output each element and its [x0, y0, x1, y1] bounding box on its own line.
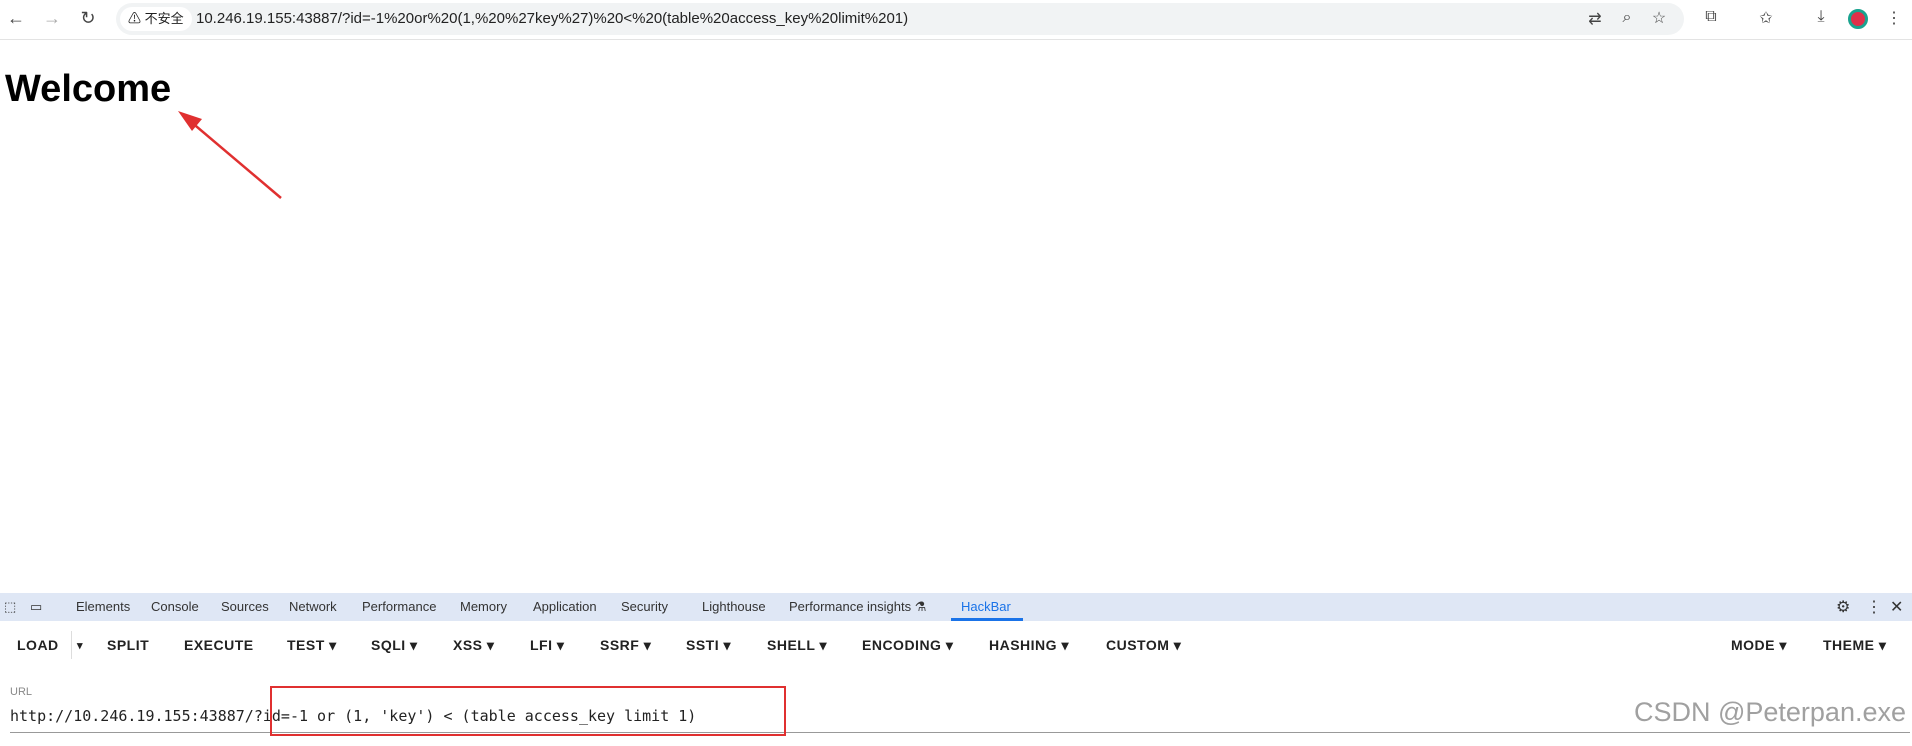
browser-toolbar: ← → ↻ ⚠ 不安全 10.246.19.155:43887/?id=-1%2… — [0, 0, 1912, 40]
zoom-icon[interactable]: ⌕ — [1616, 9, 1638, 27]
tab-performance[interactable]: Performance — [362, 599, 436, 614]
settings-gear-icon[interactable]: ⚙ — [1836, 597, 1850, 617]
forward-icon[interactable]: → — [40, 8, 64, 29]
url-label: URL — [10, 686, 33, 698]
close-devtools-icon[interactable]: ✕ — [1890, 597, 1903, 617]
security-label: 不安全 — [144, 11, 184, 26]
more-options-icon[interactable]: ⋮ — [1866, 597, 1882, 617]
inspect-icon[interactable]: ⬚ — [4, 599, 16, 615]
lfi-menu[interactable]: LFI ▾ — [530, 637, 564, 654]
tab-sources[interactable]: Sources — [221, 599, 269, 614]
hashing-menu[interactable]: HASHING ▾ — [989, 637, 1069, 654]
menu-dots-icon[interactable]: ⋮ — [1883, 8, 1905, 28]
bookmark-star-icon[interactable]: ☆ — [1648, 8, 1670, 28]
watermark: CSDN @Peterpan.exe — [1633, 697, 1906, 727]
divider — [71, 631, 72, 659]
tab-elements[interactable]: Elements — [76, 599, 130, 614]
reload-icon[interactable]: ↻ — [76, 8, 100, 29]
mode-menu[interactable]: MODE ▾ — [1731, 637, 1787, 654]
custom-menu[interactable]: CUSTOM ▾ — [1106, 637, 1181, 654]
load-dropdown-icon[interactable]: ▾ — [77, 639, 83, 652]
address-bar[interactable]: ⚠ 不安全 10.246.19.155:43887/?id=-1%20or%20… — [116, 3, 1684, 35]
address-text[interactable]: 10.246.19.155:43887/?id=-1%20or%20(1,%20… — [196, 10, 908, 27]
download-icon[interactable]: ⤓ — [1810, 8, 1832, 26]
tab-network[interactable]: Network — [289, 599, 337, 614]
sqli-menu[interactable]: SQLI ▾ — [371, 637, 418, 654]
annotation-highlight-box — [270, 686, 786, 736]
translate-icon[interactable]: ⇄ — [1584, 9, 1606, 29]
shell-menu[interactable]: SHELL ▾ — [767, 637, 827, 654]
tab-performance-insights[interactable]: Performance insights ⚗ — [789, 599, 926, 615]
xss-menu[interactable]: XSS ▾ — [453, 637, 494, 654]
tab-security[interactable]: Security — [621, 599, 668, 614]
tab-hackbar[interactable]: HackBar — [961, 599, 1011, 614]
ssti-menu[interactable]: SSTI ▾ — [686, 637, 731, 654]
devtools-tab-bar: ⬚ ▭ Elements Console Sources Network Per… — [0, 593, 1912, 621]
hackbar-toolbar: LOAD ▾ SPLIT EXECUTE TEST ▾ SQLI ▾ XSS ▾… — [0, 621, 1912, 667]
tab-console[interactable]: Console — [151, 599, 199, 614]
annotation-arrow — [178, 111, 282, 199]
profile-avatar[interactable] — [1848, 9, 1868, 29]
page-heading: Welcome — [5, 68, 172, 110]
theme-menu[interactable]: THEME ▾ — [1823, 637, 1886, 654]
device-toggle-icon[interactable]: ▭ — [30, 599, 42, 615]
back-icon[interactable]: ← — [4, 8, 28, 29]
ssrf-menu[interactable]: SSRF ▾ — [600, 637, 651, 654]
split-button[interactable]: SPLIT — [107, 637, 149, 653]
execute-button[interactable]: EXECUTE — [184, 637, 254, 653]
encoding-menu[interactable]: ENCODING ▾ — [862, 637, 953, 654]
tab-lighthouse[interactable]: Lighthouse — [702, 599, 766, 614]
security-chip[interactable]: ⚠ 不安全 — [120, 7, 192, 31]
test-menu[interactable]: TEST ▾ — [287, 637, 337, 654]
tab-memory[interactable]: Memory — [460, 599, 507, 614]
load-button[interactable]: LOAD — [17, 637, 59, 653]
extensions-icon[interactable]: ⧉ — [1700, 8, 1722, 26]
favorites-icon[interactable]: ✩ — [1755, 8, 1777, 28]
tab-application[interactable]: Application — [533, 599, 597, 614]
